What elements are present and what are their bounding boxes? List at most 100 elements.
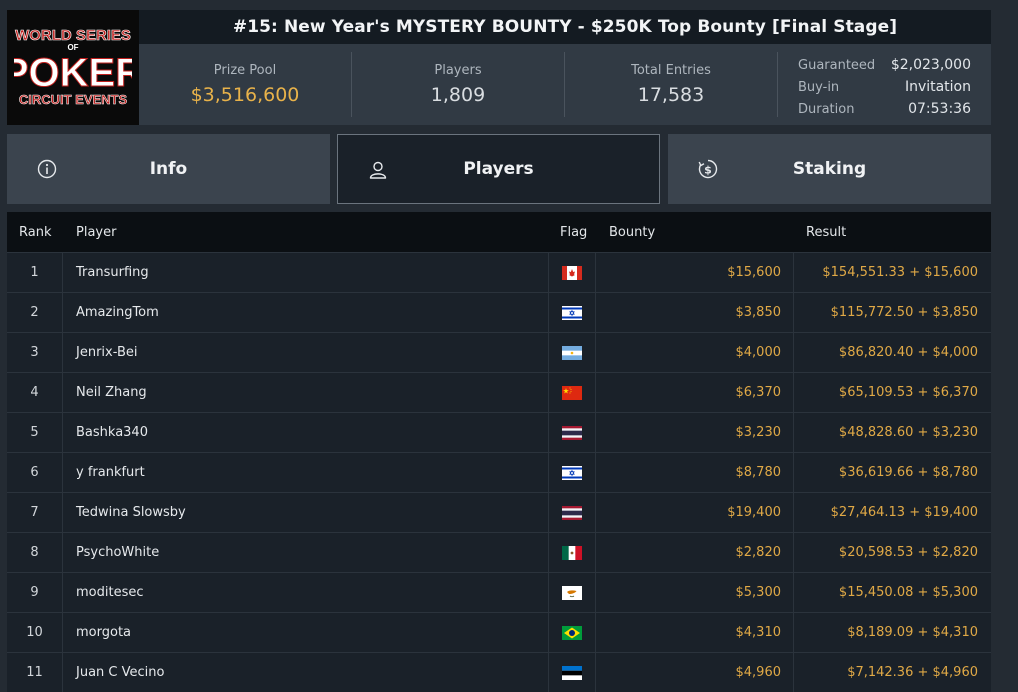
table-row[interactable]: 9 moditesec $5,300 $15,450.08 + $5,300	[7, 572, 991, 612]
israel-flag-icon	[562, 465, 582, 480]
mexico-flag-icon	[562, 545, 582, 560]
player-name[interactable]: Bashka340	[63, 425, 548, 440]
rank-cell: 6	[7, 453, 63, 492]
estonia-flag-icon	[562, 665, 582, 680]
bounty-value: $3,230	[596, 413, 794, 452]
table-row[interactable]: 3 Jenrix-Bei $4,000 $86,820.40 + $4,000	[7, 332, 991, 372]
tournament-details: Guaranteed $2,023,000 Buy-in Invitation …	[778, 44, 991, 125]
player-name[interactable]: PsychoWhite	[63, 545, 548, 560]
info-icon	[37, 159, 57, 179]
china-flag-icon	[562, 385, 582, 400]
table-body: 1 Transurfing $15,600 $154,551.33 + $15,…	[7, 252, 991, 692]
result-value: $154,551.33 + $15,600	[822, 265, 978, 280]
table-row[interactable]: 7 Tedwina Slowsby $19,400 $27,464.13 + $…	[7, 492, 991, 532]
flag-cell	[548, 613, 596, 652]
duration-row: Duration 07:53:36	[798, 98, 971, 120]
thailand-flag-icon	[562, 505, 582, 520]
player-name[interactable]: AmazingTom	[63, 305, 548, 320]
table-row[interactable]: 5 Bashka340 $3,230 $48,828.60 + $3,230	[7, 412, 991, 452]
player-name[interactable]: Tedwina Slowsby	[63, 505, 548, 520]
players-stat: Players 1,809	[352, 52, 565, 117]
result-value: $27,464.13 + $19,400	[830, 505, 978, 520]
result-value: $86,820.40 + $4,000	[838, 345, 978, 360]
duration-value: 07:53:36	[908, 101, 971, 117]
result-value: $20,598.53 + $2,820	[838, 545, 978, 560]
players-table: Rank Player Flag Bounty Result 1 Transur…	[7, 212, 991, 692]
table-row[interactable]: 8 PsychoWhite $2,820 $20,598.53 + $2,820	[7, 532, 991, 572]
player-name[interactable]: Transurfing	[63, 265, 548, 280]
israel-flag-icon	[562, 305, 582, 320]
tab-staking[interactable]: $ Staking	[668, 134, 991, 204]
tab-players-label: Players	[463, 159, 534, 179]
bounty-value: $15,600	[596, 253, 794, 292]
table-row[interactable]: 11 Juan C Vecino $4,960 $7,142.36 + $4,9…	[7, 652, 991, 692]
player-name[interactable]: Juan C Vecino	[63, 665, 548, 680]
wsop-logo: WORLD SERIES OF POKER CIRCUIT EVENTS	[7, 10, 139, 125]
bounty-value: $5,300	[596, 573, 794, 612]
table-row[interactable]: 6 y frankfurt $8,780 $36,619.66 + $8,780	[7, 452, 991, 492]
player-name[interactable]: y frankfurt	[63, 465, 548, 480]
flag-cell	[548, 373, 596, 412]
buyin-value: Invitation	[904, 79, 971, 95]
stats-bar: Prize Pool $3,516,600 Players 1,809 Tota…	[139, 44, 991, 125]
tab-players[interactable]: Players	[337, 134, 660, 204]
players-value: 1,809	[430, 84, 486, 106]
header-result[interactable]: Result	[794, 225, 991, 240]
flag-cell	[548, 293, 596, 332]
tournament-header: WORLD SERIES OF POKER CIRCUIT EVENTS #15…	[7, 10, 991, 125]
header-rank[interactable]: Rank	[7, 225, 63, 240]
tab-bar: Info Players $ Staking	[7, 134, 991, 204]
guaranteed-row: Guaranteed $2,023,000	[798, 54, 971, 76]
guaranteed-label: Guaranteed	[798, 57, 876, 73]
player-name[interactable]: morgota	[63, 625, 548, 640]
bounty-value: $4,000	[596, 333, 794, 372]
flag-cell	[548, 333, 596, 372]
dollar-refresh-icon: $	[698, 159, 718, 179]
flag-cell	[548, 573, 596, 612]
wsop-logo-graphic: WORLD SERIES OF POKER CIRCUIT EVENTS	[14, 26, 132, 107]
bounty-value: $4,310	[596, 613, 794, 652]
flag-cell	[548, 533, 596, 572]
players-label: Players	[434, 63, 482, 78]
player-name[interactable]: moditesec	[63, 585, 548, 600]
flag-cell	[548, 453, 596, 492]
result-value: $7,142.36 + $4,960	[847, 665, 978, 680]
tournament-title: #15: New Year's MYSTERY BOUNTY - $250K T…	[139, 10, 991, 44]
table-row[interactable]: 2 AmazingTom $3,850 $115,772.50 + $3,850	[7, 292, 991, 332]
result-value: $15,450.08 + $5,300	[838, 585, 978, 600]
header-player[interactable]: Player	[63, 225, 548, 240]
table-row[interactable]: 10 morgota $4,310 $8,189.09 + $4,310	[7, 612, 991, 652]
buyin-row: Buy-in Invitation	[798, 76, 971, 98]
player-name[interactable]: Jenrix-Bei	[63, 345, 548, 360]
thailand-flag-icon	[562, 425, 582, 440]
cyprus-flag-icon	[562, 585, 582, 600]
flag-cell	[548, 413, 596, 452]
bounty-value: $2,820	[596, 533, 794, 572]
guaranteed-value: $2,023,000	[890, 57, 971, 73]
entries-label: Total Entries	[631, 63, 711, 78]
prize-pool-value: $3,516,600	[190, 84, 300, 106]
user-icon	[369, 161, 387, 179]
svg-text:$: $	[704, 164, 712, 177]
rank-cell: 9	[7, 573, 63, 612]
table-row[interactable]: 1 Transurfing $15,600 $154,551.33 + $15,…	[7, 252, 991, 292]
result-value: $48,828.60 + $3,230	[838, 425, 978, 440]
table-row[interactable]: 4 Neil Zhang $6,370 $65,109.53 + $6,370	[7, 372, 991, 412]
player-name[interactable]: Neil Zhang	[63, 385, 548, 400]
rank-cell: 3	[7, 333, 63, 372]
logo-line4: CIRCUIT EVENTS	[19, 92, 128, 107]
logo-line3: POKER	[14, 51, 132, 95]
canada-flag-icon	[562, 265, 582, 280]
flag-cell	[548, 493, 596, 532]
tab-info[interactable]: Info	[7, 134, 330, 204]
bounty-value: $6,370	[596, 373, 794, 412]
header-bounty[interactable]: Bounty	[596, 225, 794, 240]
duration-label: Duration	[798, 101, 855, 117]
header-flag[interactable]: Flag	[548, 225, 596, 240]
rank-cell: 11	[7, 653, 63, 692]
bounty-value: $4,960	[596, 653, 794, 692]
rank-cell: 8	[7, 533, 63, 572]
entries-value: 17,583	[637, 84, 705, 106]
result-value: $36,619.66 + $8,780	[838, 465, 978, 480]
argentina-flag-icon	[562, 345, 582, 360]
